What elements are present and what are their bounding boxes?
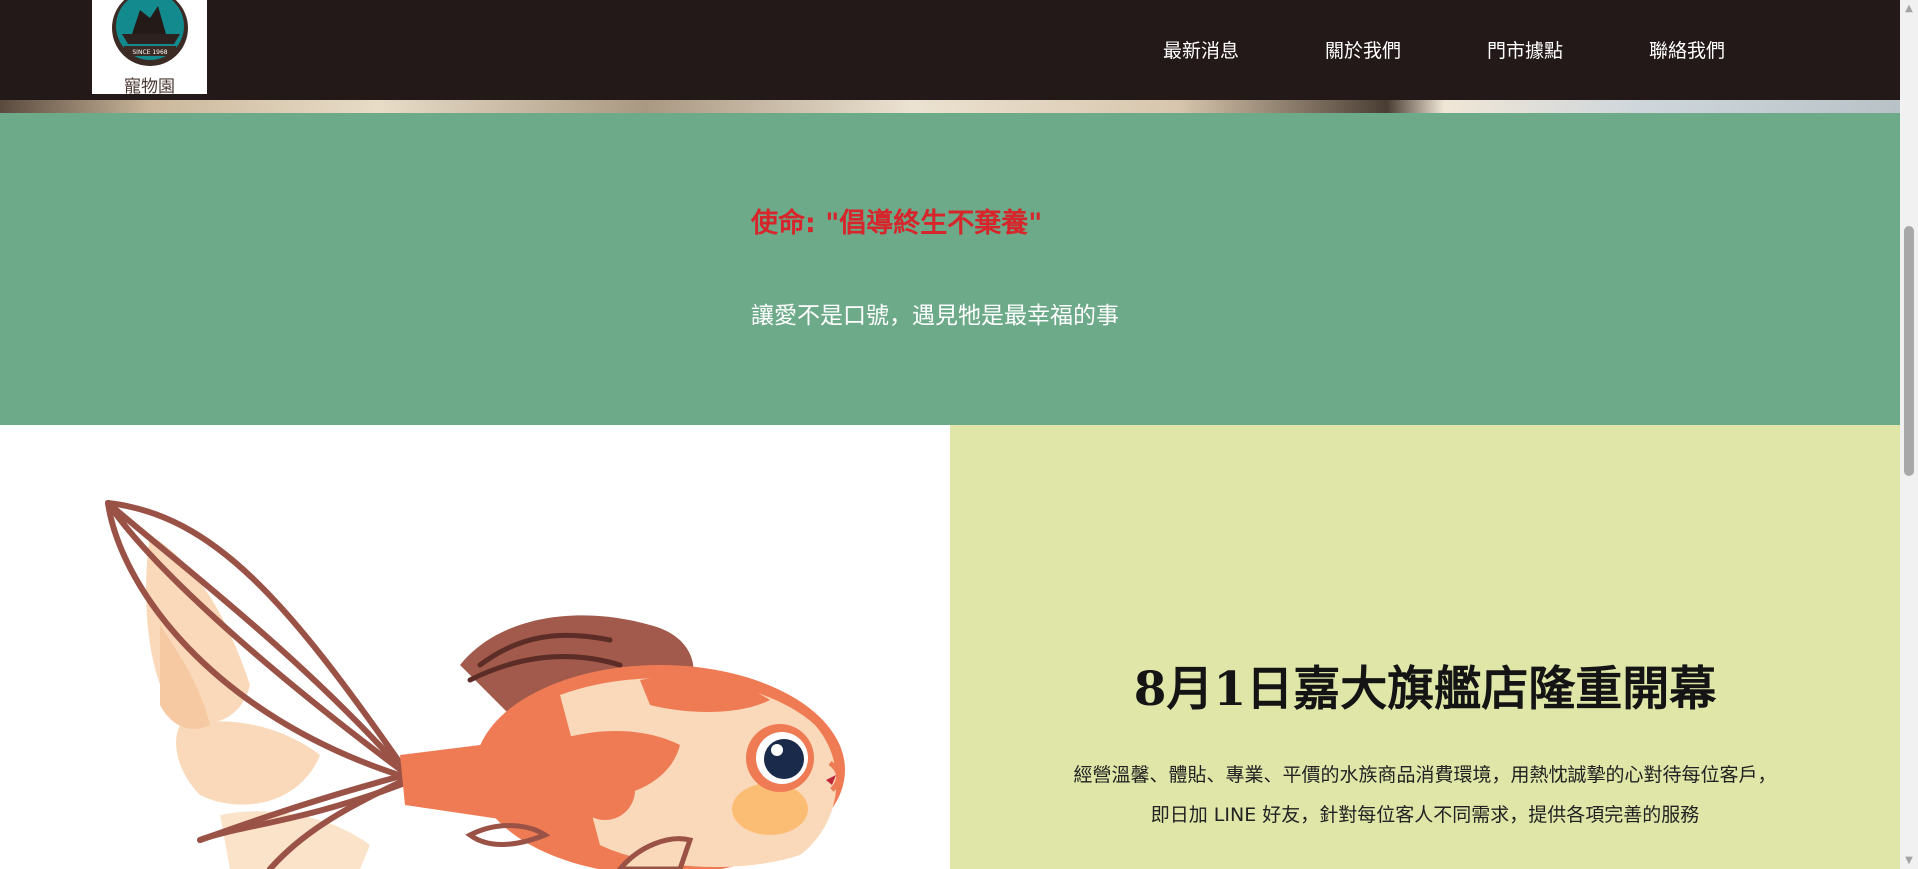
mission-title: 使命: "倡導終生不棄養" [751, 208, 1043, 239]
scroll-down-arrow-icon[interactable]: ▼ [1900, 852, 1918, 869]
main-nav: 最新消息 關於我們 門市據點 聯絡我們 [0, 36, 1900, 66]
news-description-line-2: 即日加 LINE 好友，針對每位客人不同需求，提供各項完善的服務 [1150, 804, 1700, 826]
page-scrollbar[interactable]: ▲ ▼ [1900, 0, 1918, 869]
scrollbar-thumb[interactable] [1904, 226, 1914, 476]
nav-item-about[interactable]: 關於我們 [1325, 36, 1401, 63]
news-title: 8月1日嘉大旗艦店隆重開幕 [1133, 662, 1717, 717]
nav-item-contact[interactable]: 聯絡我們 [1649, 36, 1725, 63]
nav-item-stores[interactable]: 門市據點 [1487, 36, 1563, 63]
scroll-up-arrow-icon[interactable]: ▲ [1900, 0, 1918, 17]
fish-illustration-panel [0, 425, 950, 869]
goldfish-illustration [105, 500, 845, 869]
nav-item-news[interactable]: 最新消息 [1163, 36, 1239, 63]
site-header: SINCE 1968 寵物園 最新消息 關於我們 門市據點 聯絡我們 [0, 0, 1900, 100]
news-panel: 8月1日嘉大旗艦店隆重開幕 經營溫馨、體貼、專業、平價的水族商品消費環境，用熱忱… [950, 425, 1900, 869]
mission-section: 使命: "倡導終生不棄養" 讓愛不是口號，遇見牠是最幸福的事 [0, 113, 1900, 425]
hero-image-edge [0, 100, 1900, 113]
mission-subtitle: 讓愛不是口號，遇見牠是最幸福的事 [751, 303, 1119, 329]
logo-text: 寵物園 [124, 77, 175, 97]
news-description-line-1: 經營溫馨、體貼、專業、平價的水族商品消費環境，用熱忱誠摯的心對待每位客戶， [1073, 764, 1777, 786]
